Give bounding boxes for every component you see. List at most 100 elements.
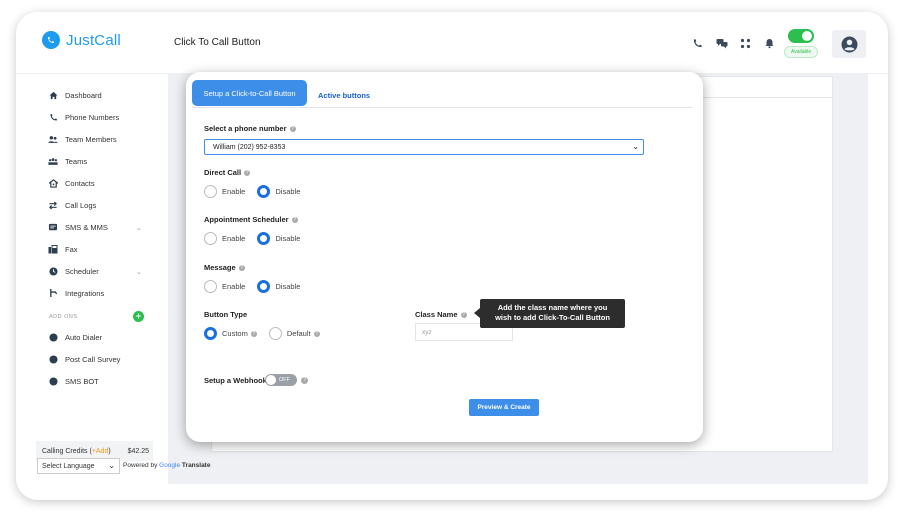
page-title: Click To Call Button <box>174 37 261 48</box>
help-icon[interactable]: ? <box>460 312 467 319</box>
help-icon[interactable]: ? <box>313 330 320 337</box>
dot-icon <box>48 354 58 364</box>
help-icon[interactable]: ? <box>289 126 296 133</box>
app-window: JustCall Click To Call Button Available <box>16 12 888 500</box>
phone-icon <box>48 112 58 122</box>
add-credits-link[interactable]: +Add <box>92 448 109 455</box>
sidebar-item-label: Contacts <box>65 178 95 188</box>
sidebar-item-phone-numbers[interactable]: Phone Numbers <box>48 112 119 122</box>
help-icon[interactable]: ? <box>291 217 298 224</box>
sidebar-item-sms-mms[interactable]: SMS & MMS <box>48 222 108 232</box>
button-type-default-radio[interactable]: Default? <box>268 327 320 340</box>
appointment-disable-radio[interactable]: Disable <box>257 232 300 245</box>
sidebar-item-label: Call Logs <box>65 200 97 210</box>
radio-icon <box>204 185 217 198</box>
profile-button[interactable] <box>832 30 866 58</box>
language-select[interactable]: Select Language ⌄ <box>37 458 120 474</box>
dot-icon <box>48 332 58 342</box>
radio-label: Enable <box>222 234 246 243</box>
phone-icon[interactable] <box>692 36 703 48</box>
header-icons <box>692 36 775 49</box>
direct-call-enable-radio[interactable]: Enable <box>204 185 245 198</box>
addons-heading: ADD ONS <box>49 314 78 320</box>
sidebar: Dashboard Phone Numbers Team Members Tea… <box>16 74 166 500</box>
button-type-custom-radio[interactable]: Custom? <box>204 327 257 340</box>
add-addon-button[interactable]: + <box>133 311 144 322</box>
sidebar-item-label: Post Call Survey <box>65 354 121 364</box>
appointment-scheduler-label-text: Appointment Scheduler <box>204 215 289 224</box>
language-select-value: Select Language <box>42 462 95 470</box>
phone-number-label: Select a phone number? <box>204 124 296 133</box>
class-name-tooltip: Add the class name where you wish to add… <box>474 299 625 328</box>
message-options: Enable Disable <box>204 280 312 293</box>
sidebar-item-label: Teams <box>65 156 88 166</box>
radio-selected-icon <box>257 280 271 293</box>
sidebar-item-label: Dashboard <box>65 90 102 100</box>
help-icon[interactable]: ? <box>244 170 251 177</box>
powered-by-text: Powered by <box>123 462 158 469</box>
call-logs-icon <box>48 200 58 210</box>
justcall-logo-icon <box>42 31 60 49</box>
radio-selected-icon <box>204 327 217 340</box>
sidebar-item-dashboard[interactable]: Dashboard <box>48 90 102 100</box>
sidebar-item-label: Scheduler <box>65 266 99 276</box>
help-icon[interactable]: ? <box>238 265 245 272</box>
sidebar-item-fax[interactable]: Fax <box>48 244 78 254</box>
preview-create-button[interactable]: Preview & Create <box>469 399 539 416</box>
sidebar-item-contacts[interactable]: Contacts <box>48 178 95 188</box>
teams-icon <box>48 156 58 166</box>
chat-icon[interactable] <box>716 36 728 49</box>
radio-selected-icon <box>257 185 271 198</box>
tab-setup-click-to-call[interactable]: Setup a Click-to-Call Button <box>192 80 307 106</box>
help-icon[interactable]: ? <box>250 330 257 337</box>
message-icon <box>48 222 58 232</box>
sidebar-item-integrations[interactable]: Integrations <box>48 288 104 298</box>
tab-divider <box>192 107 692 108</box>
phone-number-select[interactable]: William (202) 952-8353 ⌄ <box>204 139 644 155</box>
logo-text: JustCall <box>66 31 121 49</box>
credits-label: Calling Credits ( <box>42 447 92 455</box>
message-enable-radio[interactable]: Enable <box>204 280 245 293</box>
click-to-call-modal: Setup a Click-to-Call Button Active butt… <box>186 72 703 442</box>
sidebar-item-teams[interactable]: Teams <box>48 156 87 166</box>
chevron-down-icon[interactable]: ⌄ <box>136 268 142 276</box>
sidebar-item-scheduler[interactable]: Scheduler <box>48 266 99 276</box>
fax-icon <box>48 244 58 254</box>
direct-call-disable-radio[interactable]: Disable <box>257 185 300 198</box>
button-type-label: Button Type <box>204 310 248 319</box>
logo[interactable]: JustCall <box>42 31 121 49</box>
direct-call-label: Direct Call? <box>204 168 251 177</box>
radio-label: Enable <box>222 282 246 291</box>
dot-icon <box>48 376 58 386</box>
message-label: Message? <box>204 263 245 272</box>
tab-active-buttons[interactable]: Active buttons <box>318 91 370 100</box>
direct-call-label-text: Direct Call <box>204 168 242 177</box>
appointment-scheduler-options: Enable Disable <box>204 232 312 245</box>
message-disable-radio[interactable]: Disable <box>257 280 300 293</box>
sidebar-item-call-logs[interactable]: Call Logs <box>48 200 96 210</box>
sidebar-item-team-members[interactable]: Team Members <box>48 134 117 144</box>
chevron-down-icon[interactable]: ⌄ <box>136 224 142 232</box>
apps-grid-icon[interactable] <box>740 36 751 49</box>
appointment-enable-radio[interactable]: Enable <box>204 232 245 245</box>
integrations-icon <box>48 288 58 298</box>
availability-toggle[interactable] <box>788 29 814 43</box>
radio-selected-icon <box>257 232 271 245</box>
webhook-label: Setup a Webhook <box>204 376 267 385</box>
contacts-icon <box>48 178 58 188</box>
sidebar-item-label: Fax <box>65 244 78 254</box>
help-icon[interactable]: ? <box>301 377 308 384</box>
webhook-toggle[interactable]: OFF <box>265 374 297 386</box>
direct-call-options: Enable Disable <box>204 185 312 198</box>
bell-icon[interactable] <box>764 36 775 49</box>
sidebar-item-auto-dialer[interactable]: Auto Dialer <box>48 332 102 342</box>
radio-label: Disable <box>275 282 301 291</box>
users-icon <box>48 134 58 144</box>
translate-link[interactable]: Translate <box>182 462 211 469</box>
sidebar-item-sms-bot[interactable]: SMS BOT <box>48 376 99 386</box>
appointment-scheduler-label: Appointment Scheduler? <box>204 215 298 224</box>
avatar-icon <box>841 36 857 52</box>
sidebar-item-post-call-survey[interactable]: Post Call Survey <box>48 354 120 364</box>
radio-label: Disable <box>275 187 301 196</box>
tooltip-line: Add the class name where you <box>497 303 608 312</box>
